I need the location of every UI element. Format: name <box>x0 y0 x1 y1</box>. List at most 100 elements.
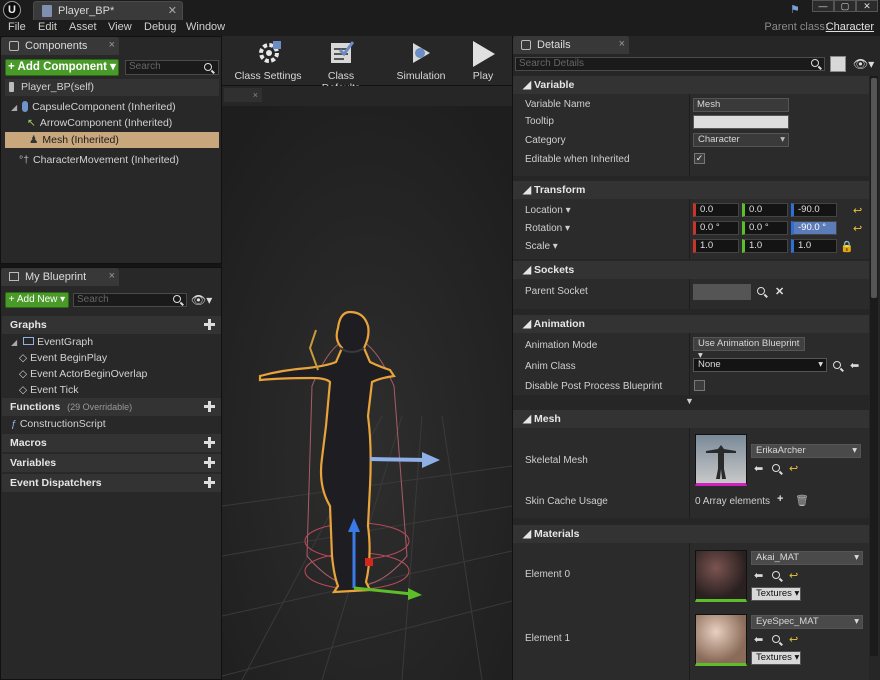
rotation-z-input[interactable]: -90.0 ° <box>791 221 837 235</box>
close-tab-icon[interactable]: ✕ <box>168 4 177 17</box>
disable-post-process-checkbox[interactable] <box>694 380 705 391</box>
tree-row-capsule[interactable]: ◢ CapsuleComponent (Inherited) <box>11 99 176 115</box>
location-x-input[interactable]: 0.0 <box>693 203 739 217</box>
rotation-x-input[interactable]: 0.0 ° <box>693 221 739 235</box>
use-selected-arrow-icon[interactable]: ⬅ <box>754 633 763 646</box>
material1-dropdown[interactable]: EyeSpec_MAT ▾ <box>751 615 863 629</box>
graphs-section[interactable]: Graphs <box>2 316 221 334</box>
rotation-y-input[interactable]: 0.0 ° <box>742 221 788 235</box>
add-variable-plus-icon[interactable] <box>204 457 215 468</box>
tree-row-movement[interactable]: °† CharacterMovement (Inherited) <box>19 152 179 168</box>
menu-asset[interactable]: Asset <box>69 21 97 33</box>
variables-section[interactable]: Variables <box>2 454 221 472</box>
add-macro-plus-icon[interactable] <box>204 437 215 448</box>
variable-name-input[interactable]: Mesh <box>693 98 789 112</box>
browse-search-icon[interactable] <box>772 464 780 472</box>
details-tab[interactable]: Details × <box>513 36 629 54</box>
add-graph-plus-icon[interactable] <box>204 319 215 330</box>
category-dropdown[interactable]: Character ▾ <box>693 133 789 147</box>
close-panel-icon[interactable]: × <box>109 39 115 51</box>
scale-z-input[interactable]: 1.0 <box>791 239 837 253</box>
menu-view[interactable]: View <box>108 21 132 33</box>
variable-section-header[interactable]: ◢ Variable <box>513 76 869 94</box>
minimize-button[interactable]: — <box>812 0 834 12</box>
add-new-button[interactable]: + Add New ▾ <box>5 292 69 308</box>
menu-window[interactable]: Window <box>186 21 225 33</box>
use-selected-arrow-icon[interactable]: ⬅ <box>754 462 763 475</box>
event-tick-row[interactable]: ◇ Event Tick <box>19 382 79 398</box>
close-panel-icon[interactable]: × <box>109 270 115 282</box>
reset-icon[interactable]: ↩ <box>789 462 798 475</box>
components-search-input[interactable]: Search <box>125 60 219 75</box>
skeletal-mesh-dropdown[interactable]: ErikaArcher ▾ <box>751 444 861 458</box>
functions-section[interactable]: Functions (29 Overridable) <box>2 398 221 416</box>
reset-icon[interactable]: ↩ <box>789 633 798 646</box>
details-search-input[interactable]: Search Details <box>515 57 825 71</box>
use-selected-arrow-icon[interactable]: ⬅ <box>850 359 859 372</box>
anim-class-dropdown[interactable]: None ▾ <box>693 358 827 372</box>
add-function-plus-icon[interactable] <box>204 401 215 412</box>
material0-thumbnail[interactable] <box>695 550 747 602</box>
parent-socket-input[interactable] <box>693 284 751 300</box>
reset-location-icon[interactable]: ↩ <box>853 204 862 217</box>
event-dispatchers-section[interactable]: Event Dispatchers <box>2 474 221 492</box>
blueprint-search-input[interactable]: Search <box>73 293 187 307</box>
menu-file[interactable]: File <box>8 21 26 33</box>
maximize-button[interactable]: ▢ <box>834 0 856 12</box>
sockets-section-header[interactable]: ◢ Sockets <box>513 261 869 279</box>
scale-y-input[interactable]: 1.0 <box>742 239 788 253</box>
view-options-eye-icon[interactable]: 👁▾ <box>853 57 874 71</box>
search-icon[interactable] <box>757 287 765 295</box>
scale-x-input[interactable]: 1.0 <box>693 239 739 253</box>
parent-class-link[interactable]: Character <box>826 21 874 33</box>
location-z-input[interactable]: -90.0 <box>791 203 837 217</box>
material0-dropdown[interactable]: Akai_MAT ▾ <box>751 551 863 565</box>
macros-section[interactable]: Macros <box>2 434 221 452</box>
unreal-logo-icon[interactable]: U <box>3 1 21 19</box>
reset-icon[interactable]: ↩ <box>789 569 798 582</box>
material1-textures-dropdown[interactable]: Textures ▾ <box>751 651 801 665</box>
details-scrollbar-thumb[interactable] <box>871 78 877 298</box>
add-element-plus-icon[interactable]: + <box>777 493 783 505</box>
close-window-button[interactable]: ✕ <box>856 0 878 12</box>
scale-label[interactable]: Scale ▾ <box>525 241 558 252</box>
transform-section-header[interactable]: ◢ Transform <box>513 181 869 199</box>
class-settings-button[interactable]: Class Settings <box>232 38 304 84</box>
components-tab[interactable]: Components × <box>1 37 119 55</box>
event-beginplay-row[interactable]: ◇ Event BeginPlay <box>19 350 107 366</box>
use-selected-arrow-icon[interactable]: ⬅ <box>754 569 763 582</box>
class-defaults-button[interactable]: Class Defaults <box>308 38 374 94</box>
close-panel-icon[interactable]: × <box>619 38 625 50</box>
self-row[interactable]: Player_BP(self) <box>5 79 219 96</box>
animation-mode-dropdown[interactable]: Use Animation Blueprint ▾ <box>693 337 805 361</box>
menu-debug[interactable]: Debug <box>144 21 176 33</box>
expand-advanced-icon[interactable]: ▼ <box>685 396 694 406</box>
event-overlap-row[interactable]: ◇ Event ActorBeginOverlap <box>19 366 147 382</box>
editable-inherited-checkbox[interactable]: ✓ <box>694 153 705 164</box>
browse-search-icon[interactable] <box>772 571 780 579</box>
material1-thumbnail[interactable] <box>695 614 747 666</box>
tree-row-arrow[interactable]: ↖ ArrowComponent (Inherited) <box>27 115 172 131</box>
animation-section-header[interactable]: ◢ Animation <box>513 315 869 333</box>
document-tab[interactable]: Player_BP* ✕ <box>33 1 183 20</box>
event-graph-row[interactable]: ◢ EventGraph <box>11 334 93 350</box>
mesh-section-header[interactable]: ◢ Mesh <box>513 410 869 428</box>
collapse-arrow-icon[interactable]: ◢ <box>11 103 17 112</box>
trash-icon[interactable]: 🗑 <box>795 494 809 507</box>
rotation-label[interactable]: Rotation ▾ <box>525 223 570 234</box>
flag-icon[interactable]: ⚑ <box>790 3 802 16</box>
tree-row-mesh-selected[interactable]: ♟ Mesh (Inherited) <box>5 132 219 148</box>
menu-edit[interactable]: Edit <box>38 21 57 33</box>
materials-section-header[interactable]: ◢ Materials <box>513 525 869 543</box>
material0-textures-dropdown[interactable]: Textures ▾ <box>751 587 801 601</box>
add-component-button[interactable]: + Add Component ▾ <box>5 59 119 76</box>
simulation-button[interactable]: Simulation <box>394 38 448 84</box>
search-icon[interactable] <box>833 361 841 369</box>
collapse-arrow-icon[interactable]: ◢ <box>11 338 17 347</box>
location-label[interactable]: Location ▾ <box>525 205 571 216</box>
viewport-scene[interactable] <box>222 86 512 680</box>
construction-script-row[interactable]: ƒ ConstructionScript <box>11 416 106 432</box>
view-options-eye-icon[interactable]: 👁▾ <box>191 293 212 307</box>
viewport[interactable]: × <box>222 86 512 680</box>
skeletal-mesh-thumbnail[interactable] <box>695 434 747 486</box>
